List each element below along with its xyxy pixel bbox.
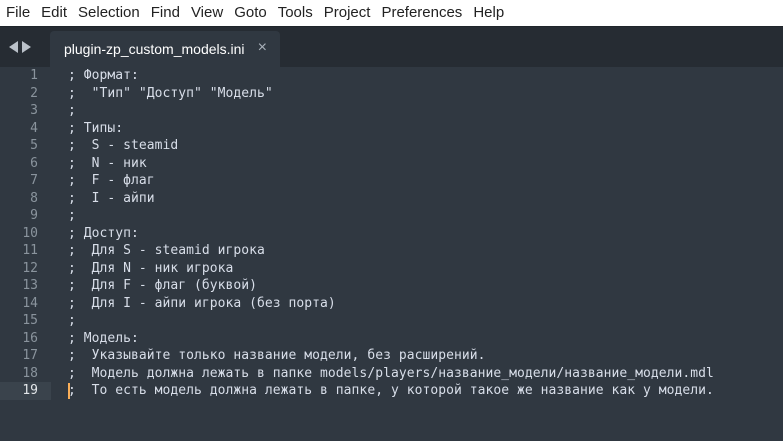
line-number: 6 xyxy=(30,155,38,171)
code-line: 7 ; F - флаг xyxy=(0,172,783,190)
line-number: 13 xyxy=(22,278,38,293)
line-text: ; "Тип" "Доступ" "Модель" xyxy=(68,85,273,101)
line-text: ; Модель должна лежать в папке models/pl… xyxy=(68,365,714,381)
tab-plugin-zp-custom-models[interactable]: plugin-zp_custom_models.ini × xyxy=(50,31,280,67)
line-text: ; Модель: xyxy=(68,330,139,346)
code-line: 3; xyxy=(0,102,783,120)
line-text: ; F - флаг xyxy=(68,173,155,188)
line-text: ; Типы: xyxy=(68,120,124,136)
code-line: 9; xyxy=(0,207,783,225)
line-number: 10 xyxy=(22,225,38,241)
code-line: 2 ; "Тип" "Доступ" "Модель" xyxy=(0,85,783,103)
code-line: 10 ; Доступ: xyxy=(0,225,783,243)
menu-file[interactable]: File xyxy=(4,0,36,26)
line-text: ; Для N - ник игрока xyxy=(68,260,234,276)
line-text: ; xyxy=(68,103,76,118)
code-line: 8 ; I - айпи xyxy=(0,190,783,208)
line-text: ; Формат: xyxy=(68,68,139,83)
code-editor[interactable]: 1 ; Формат: 2 ; "Тип" "Доступ" "Модель" 3;… xyxy=(0,67,783,441)
menu-selection[interactable]: Selection xyxy=(76,0,146,26)
line-number: 9 xyxy=(30,208,38,223)
tab-bar: plugin-zp_custom_models.ini × xyxy=(0,26,783,67)
code-line: 18 ; Модель должна лежать в папке models/… xyxy=(0,365,783,383)
chevron-right-icon[interactable] xyxy=(22,41,31,53)
line-number: 18 xyxy=(22,365,38,381)
line-text: ; xyxy=(68,208,76,223)
line-number: 16 xyxy=(22,330,38,346)
close-icon[interactable]: × xyxy=(258,40,267,56)
line-number: 15 xyxy=(22,313,38,328)
menu-bar: File Edit Selection Find View Goto Tools… xyxy=(0,0,783,26)
line-text: ; Для S - steamid игрока xyxy=(68,243,265,258)
menu-find[interactable]: Find xyxy=(149,0,186,26)
line-number: 11 xyxy=(22,243,38,258)
code-line: 6 ; N - ник xyxy=(0,155,783,173)
line-text: ; xyxy=(68,313,76,328)
code-line: 5 ; S - steamid xyxy=(0,137,783,155)
line-text: ; Доступ: xyxy=(68,225,139,241)
line-text: ; Указывайте только название модели, без… xyxy=(68,348,486,363)
code-line: 13 ; Для F - флаг (буквой) xyxy=(0,277,783,295)
code-line: 15; xyxy=(0,312,783,330)
line-text: ; I - айпи xyxy=(68,190,155,206)
line-text: ; Для I - айпи игрока (без порта) xyxy=(68,295,336,311)
line-number: 8 xyxy=(30,190,38,206)
line-number: 5 xyxy=(30,138,38,153)
line-text: ; S - steamid xyxy=(68,138,179,153)
line-number: 1 xyxy=(30,68,38,83)
code-line: 4 ; Типы: xyxy=(0,120,783,138)
line-number: 17 xyxy=(22,348,38,363)
code-line: 11 ; Для S - steamid игрока xyxy=(0,242,783,260)
chevron-left-icon[interactable] xyxy=(9,41,18,53)
code-line: 1 ; Формат: xyxy=(0,67,783,85)
line-number: 3 xyxy=(30,103,38,118)
tab-title: plugin-zp_custom_models.ini xyxy=(64,41,245,57)
menu-tools[interactable]: Tools xyxy=(276,0,319,26)
menu-help[interactable]: Help xyxy=(471,0,510,26)
code-line: 17 ; Указывайте только название модели, б… xyxy=(0,347,783,365)
menu-preferences[interactable]: Preferences xyxy=(379,0,468,26)
menu-project[interactable]: Project xyxy=(322,0,377,26)
menu-goto[interactable]: Goto xyxy=(232,0,273,26)
code-line: 16 ; Модель: xyxy=(0,330,783,348)
code-line: 12 ; Для N - ник игрока xyxy=(0,260,783,278)
menu-view[interactable]: View xyxy=(189,0,229,26)
code-line: 14 ; Для I - айпи игрока (без порта) xyxy=(0,295,783,313)
line-number: 12 xyxy=(22,260,38,276)
line-number: 19 xyxy=(22,383,38,398)
line-number: 7 xyxy=(30,173,38,188)
line-number: 2 xyxy=(30,85,38,101)
tab-nav-arrows xyxy=(9,27,31,67)
menu-edit[interactable]: Edit xyxy=(39,0,73,26)
line-text: ; Для F - флаг (буквой) xyxy=(68,278,258,293)
line-text: ; N - ник xyxy=(68,155,147,171)
line-text: ; То есть модель должна лежать в папке, … xyxy=(68,383,714,398)
line-number: 4 xyxy=(30,120,38,136)
code-line-active: 19 ; То есть модель должна лежать в папке… xyxy=(0,382,783,400)
line-number: 14 xyxy=(22,295,38,311)
